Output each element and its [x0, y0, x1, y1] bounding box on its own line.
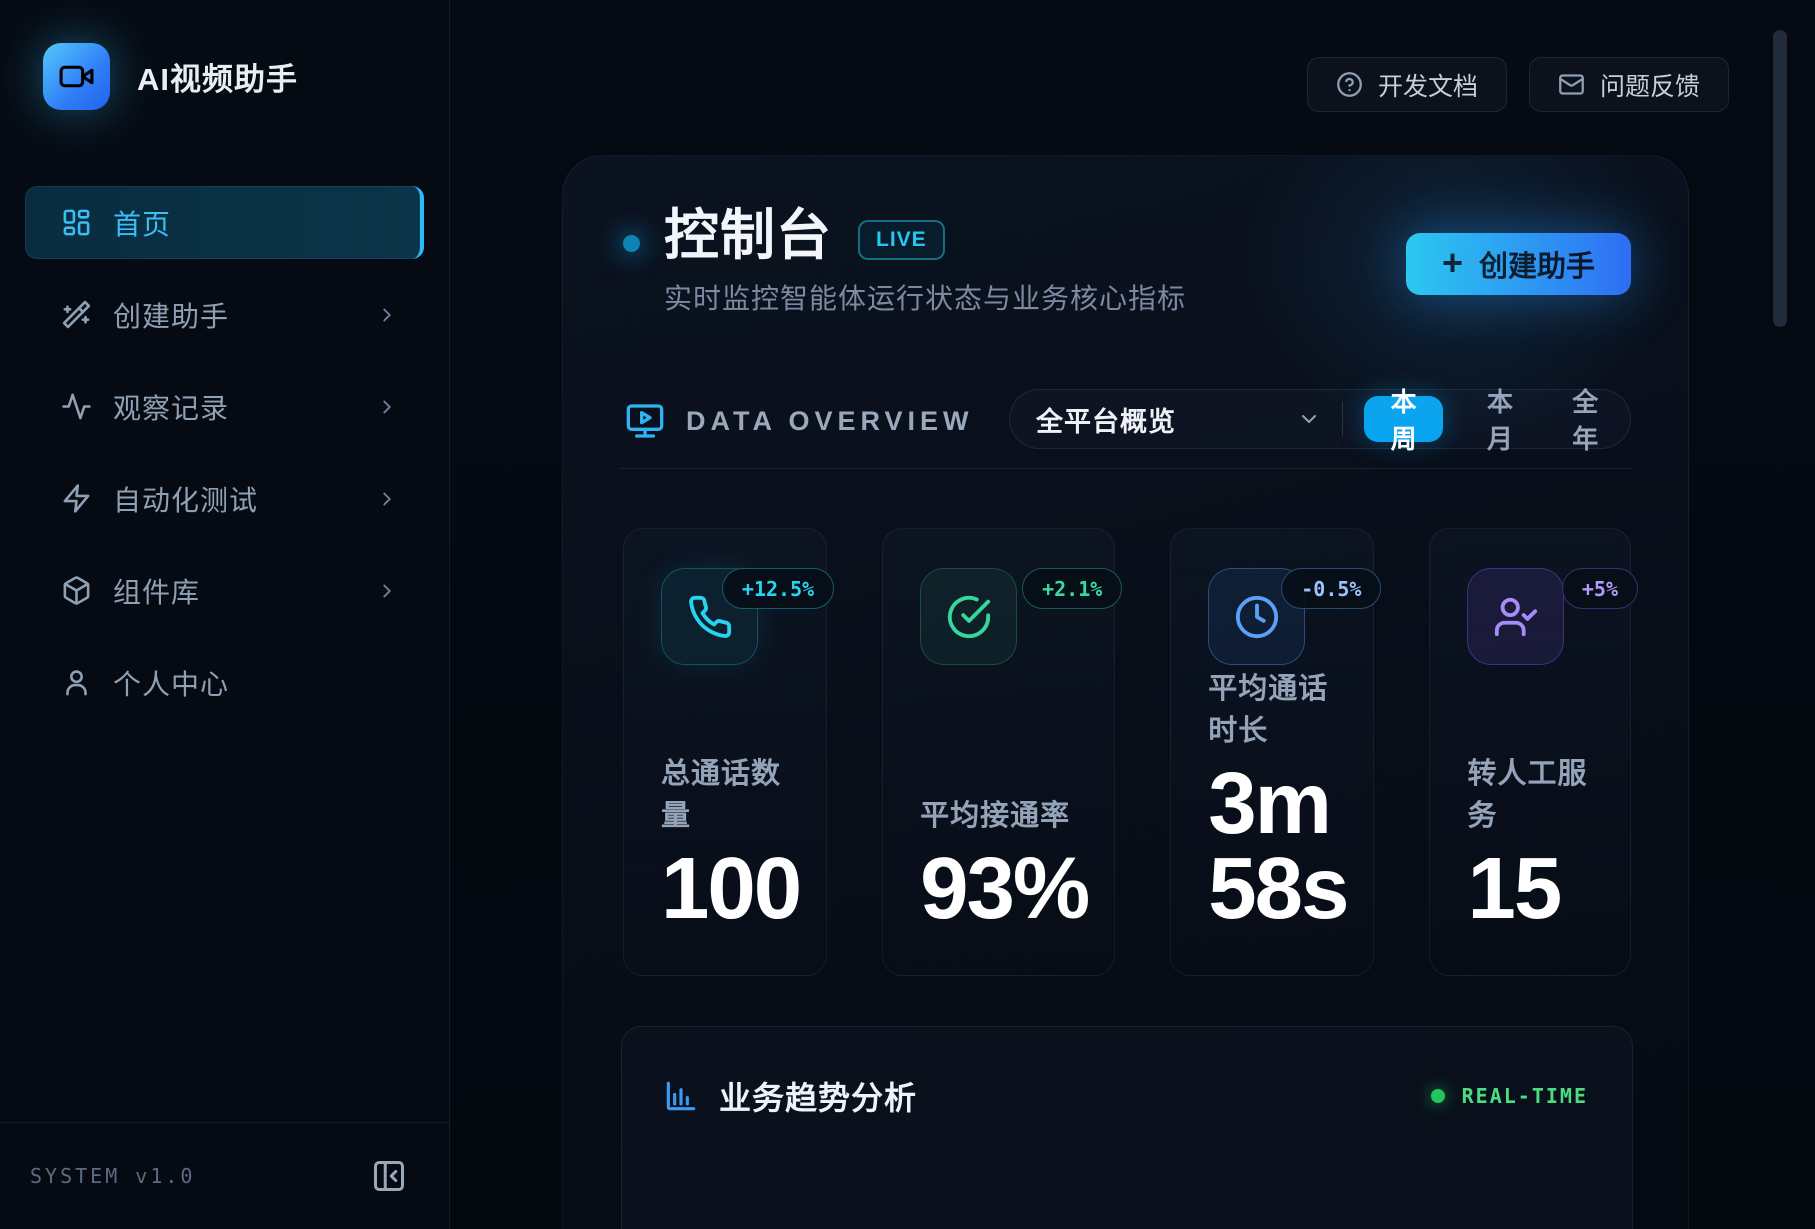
user-check-icon [1493, 594, 1539, 640]
trend-header: 业务趋势分析 REAL-TIME [662, 1073, 1588, 1119]
system-version: SYSTEM v1.0 [30, 1164, 195, 1188]
tab-this-month[interactable]: 本月 [1471, 382, 1528, 456]
page-title: 控制台 [664, 204, 832, 267]
bar-chart-icon [662, 1077, 700, 1115]
stat-card-total-calls: +12.5% 总通话数量 100 [623, 528, 827, 976]
stat-label: 平均通话时长 [1208, 665, 1347, 749]
sidebar-item-automated-testing[interactable]: 自动化测试 [25, 462, 424, 535]
create-assistant-button[interactable]: + 创建助手 [1406, 233, 1631, 295]
lightning-icon [61, 483, 92, 514]
activity-icon [61, 391, 92, 422]
stat-label: 转人工服务 [1467, 750, 1604, 834]
stat-value: 100 [661, 846, 800, 931]
sidebar-item-label: 创建助手 [113, 295, 229, 335]
stat-value: 93% [920, 846, 1088, 931]
time-range-tabs: 本周 本月 全年 [1364, 382, 1614, 456]
sidebar-header: AI视频助手 [0, 0, 449, 153]
cube-icon [61, 575, 92, 606]
stat-card-avg-duration: -0.5% 平均通话时长 3m 58s [1170, 528, 1374, 976]
filter-separator [1342, 402, 1343, 436]
chevron-right-icon [376, 580, 398, 602]
sidebar: AI视频助手 首页 创建助手 观察记录 自动化测试 [0, 0, 450, 1229]
stat-label: 总通话数量 [661, 750, 800, 834]
sidebar-item-label: 自动化测试 [113, 479, 258, 519]
delta-badge: +5% [1562, 568, 1638, 609]
console-panel: 控制台 LIVE 实时监控智能体运行状态与业务核心指标 + 创建助手 DATA … [562, 155, 1689, 1229]
app-logo [43, 43, 110, 110]
user-icon [61, 667, 92, 698]
stat-icon-tile [920, 568, 1017, 665]
video-camera-icon [58, 58, 95, 95]
create-assistant-label: 创建助手 [1479, 243, 1595, 285]
sidebar-item-home[interactable]: 首页 [25, 186, 424, 259]
sidebar-item-label: 组件库 [113, 571, 200, 611]
collapse-sidebar-button[interactable] [369, 1156, 409, 1196]
topbar: 开发文档 问题反馈 [1307, 57, 1729, 112]
data-overview-label: DATA OVERVIEW [686, 406, 974, 437]
platform-select-value: 全平台概览 [1036, 400, 1176, 439]
sidebar-item-create-assistant[interactable]: 创建助手 [25, 278, 424, 351]
magic-wand-icon [61, 299, 92, 330]
stat-label: 平均接通率 [920, 792, 1088, 834]
stat-card-answer-rate: +2.1% 平均接通率 93% [882, 528, 1115, 976]
realtime-status-label: REAL-TIME [1462, 1084, 1588, 1108]
stat-icon-tile [1467, 568, 1564, 665]
monitor-play-icon [623, 401, 667, 441]
mail-icon [1558, 71, 1585, 98]
feedback-button[interactable]: 问题反馈 [1529, 57, 1729, 112]
delta-badge: +2.1% [1022, 568, 1122, 609]
stat-value: 3m 58s [1208, 761, 1347, 932]
stat-value: 15 [1467, 846, 1604, 931]
dashboard-icon [61, 207, 92, 238]
chevron-right-icon [376, 488, 398, 510]
help-circle-icon [1336, 71, 1363, 98]
data-overview-heading: DATA OVERVIEW [623, 401, 974, 441]
tab-this-week[interactable]: 本周 [1364, 396, 1443, 442]
trend-title: 业务趋势分析 [719, 1073, 917, 1119]
realtime-status: REAL-TIME [1431, 1084, 1588, 1108]
tab-this-year[interactable]: 全年 [1557, 382, 1614, 456]
app-window: AI视频助手 首页 创建助手 观察记录 自动化测试 [0, 0, 1815, 1229]
plus-icon: + [1442, 245, 1463, 281]
chevron-down-icon [1297, 407, 1321, 431]
check-circle-icon [946, 594, 992, 640]
realtime-status-dot [1431, 1089, 1445, 1103]
section-divider [620, 468, 1631, 469]
chevron-right-icon [376, 304, 398, 326]
chevron-right-icon [376, 396, 398, 418]
stats-row: +12.5% 总通话数量 100 +2.1% 平均接通率 93% [623, 528, 1631, 976]
platform-select[interactable]: 全平台概览 [1036, 400, 1321, 439]
page-subtitle: 实时监控智能体运行状态与业务核心指标 [664, 277, 1186, 317]
stat-card-human-transfer: +5% 转人工服务 15 [1429, 528, 1631, 976]
clock-icon [1234, 594, 1280, 640]
sidebar-footer: SYSTEM v1.0 [0, 1122, 449, 1229]
sidebar-nav: 首页 创建助手 观察记录 自动化测试 组件库 [0, 153, 449, 719]
delta-badge: +12.5% [722, 568, 834, 609]
page-scrollbar-thumb[interactable] [1773, 30, 1787, 327]
live-status-dot [623, 235, 640, 252]
data-overview-row: DATA OVERVIEW 全平台概览 本周 本月 全年 [623, 389, 1631, 449]
trend-analysis-card: 业务趋势分析 REAL-TIME [621, 1026, 1633, 1229]
feedback-label: 问题反馈 [1600, 67, 1700, 103]
sidebar-item-label: 个人中心 [113, 663, 229, 703]
live-badge: LIVE [858, 220, 945, 260]
sidebar-item-label: 首页 [113, 203, 171, 243]
console-header: 控制台 LIVE 实时监控智能体运行状态与业务核心指标 + 创建助手 [563, 156, 1688, 317]
sidebar-item-profile[interactable]: 个人中心 [25, 646, 424, 719]
app-title: AI视频助手 [137, 54, 298, 99]
sidebar-item-label: 观察记录 [113, 387, 229, 427]
sidebar-item-component-library[interactable]: 组件库 [25, 554, 424, 627]
dev-docs-label: 开发文档 [1378, 67, 1478, 103]
filter-bar: 全平台概览 本周 本月 全年 [1009, 389, 1631, 449]
delta-badge: -0.5% [1281, 568, 1381, 609]
sidebar-item-observation-log[interactable]: 观察记录 [25, 370, 424, 443]
dev-docs-button[interactable]: 开发文档 [1307, 57, 1507, 112]
panel-collapse-icon [371, 1158, 407, 1194]
